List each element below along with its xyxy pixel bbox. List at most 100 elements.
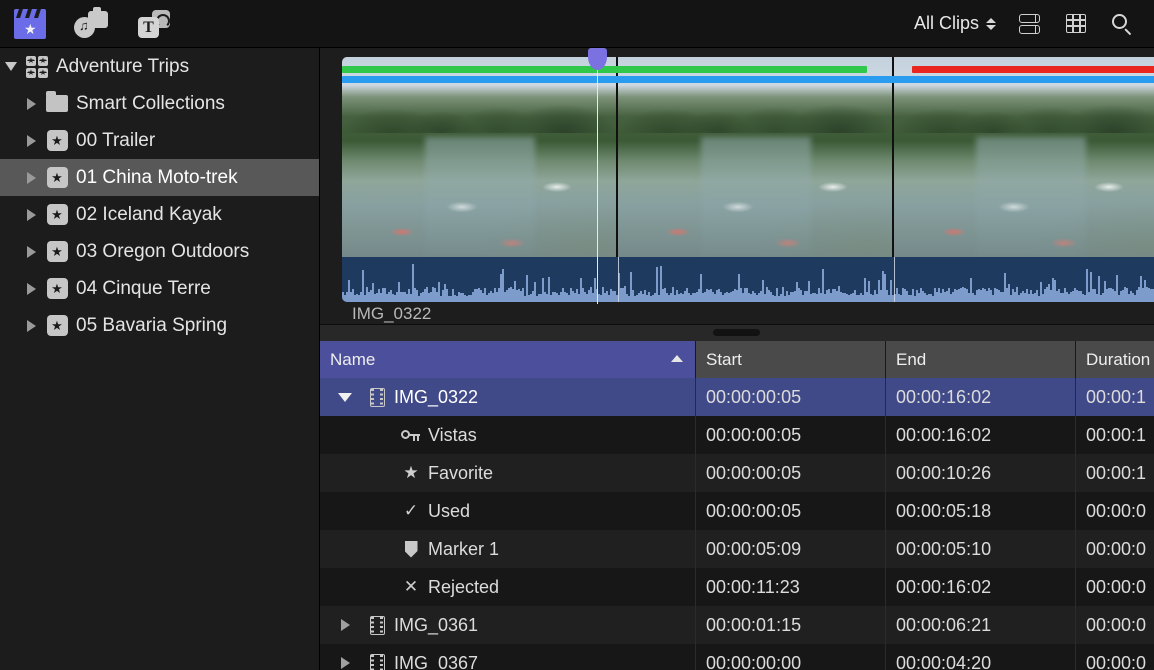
favorite-bar	[342, 66, 867, 73]
disclosure-triangle-closed-icon[interactable]	[20, 172, 42, 184]
library-icon: ★★★★	[22, 56, 52, 78]
search-icon[interactable]	[1110, 12, 1134, 36]
column-header-end[interactable]: End	[886, 341, 1076, 378]
disclosure-triangle-closed-icon[interactable]	[330, 657, 360, 669]
cell-end: 00:00:16:02	[886, 568, 1076, 606]
filmstrip-list-view-icon[interactable]	[1018, 12, 1042, 36]
marker-icon	[394, 541, 428, 558]
toolbar-right-group: All Clips	[914, 12, 1154, 36]
cell-end: 00:00:10:26	[886, 454, 1076, 492]
filmstrip-view-icon[interactable]	[1064, 12, 1088, 36]
table-row[interactable]: IMG_032200:00:00:0500:00:16:0200:00:1	[320, 378, 1154, 416]
disclosure-triangle-closed-icon[interactable]	[20, 98, 42, 110]
sidebar-item-label: 03 Oregon Outdoors	[72, 241, 249, 263]
disclosure-triangle-closed-icon[interactable]	[20, 246, 42, 258]
titles-generators-icon[interactable]: T	[136, 9, 170, 39]
final-cut-pro-browser: ★ T All Clips	[0, 0, 1154, 670]
photos-audio-icon[interactable]	[74, 9, 108, 39]
cell-name[interactable]: Marker 1	[320, 530, 696, 568]
row-name-label: IMG_0322	[394, 387, 478, 408]
event-star-icon: ★	[42, 130, 72, 151]
cell-duration: 00:00:0	[1076, 644, 1154, 670]
table-row[interactable]: IMG_036700:00:00:0000:00:04:2000:00:0	[320, 644, 1154, 670]
pane-divider[interactable]	[320, 324, 1154, 341]
star-icon: ★	[394, 463, 428, 483]
cell-start: 00:00:00:05	[696, 454, 886, 492]
sidebar-item-05-bavaria-spring[interactable]: ★05 Bavaria Spring	[0, 307, 319, 344]
event-star-icon: ★	[42, 167, 72, 188]
sidebar-item-label: 01 China Moto-trek	[72, 167, 238, 189]
playhead[interactable]	[597, 48, 598, 304]
event-star-icon: ★	[42, 278, 72, 299]
cell-end: 00:00:05:18	[886, 492, 1076, 530]
sidebar-item-01-china-moto-trek[interactable]: ★01 China Moto-trek	[0, 159, 319, 196]
checkmark-icon: ✓	[394, 501, 428, 521]
table-row[interactable]: ★Favorite00:00:00:0500:00:10:2600:00:1	[320, 454, 1154, 492]
cell-duration: 00:00:0	[1076, 568, 1154, 606]
cell-name[interactable]: ✓Used	[320, 492, 696, 530]
audio-waveform	[342, 257, 1154, 302]
disclosure-triangle-closed-icon[interactable]	[20, 135, 42, 147]
clip-list-table[interactable]: Name Start End Duration IMG_0322 00:00:00:05…	[320, 341, 1154, 670]
cell-name[interactable]: ★Favorite	[320, 454, 696, 492]
column-header-label: Start	[706, 350, 742, 370]
cell-name[interactable]: IMG_0322	[320, 378, 696, 416]
cell-duration: 00:00:0	[1076, 606, 1154, 644]
table-row[interactable]: Marker 100:00:05:0900:00:05:1000:00:0	[320, 530, 1154, 568]
column-header-name[interactable]: Name	[320, 341, 696, 378]
toolbar-left-group: ★ T	[0, 9, 170, 39]
sidebar-item-adventure-trips[interactable]: ★★★★Adventure Trips	[0, 48, 319, 85]
row-name-label: IMG_0367	[394, 653, 478, 670]
sidebar[interactable]: ★★★★Adventure TripsSmart Collections★00 …	[0, 48, 320, 670]
cell-start: 00:00:00:05	[696, 378, 886, 416]
cell-start: 00:00:00:05	[696, 492, 886, 530]
cell-end: 00:00:16:02	[886, 378, 1076, 416]
table-body[interactable]: IMG_032200:00:00:0500:00:16:0200:00:1Vis…	[320, 378, 1154, 670]
filmstrip-icon	[360, 388, 394, 407]
clips-filter-dropdown[interactable]: All Clips	[914, 13, 996, 34]
filmstrip-clip-name: IMG_0322	[352, 304, 431, 324]
table-row[interactable]: Vistas00:00:00:0500:00:16:0200:00:1	[320, 416, 1154, 454]
column-header-start[interactable]: Start	[696, 341, 886, 378]
resize-grip[interactable]	[713, 329, 760, 336]
filmstrip-preview[interactable]	[320, 48, 1154, 322]
sidebar-item-04-cinque-terre[interactable]: ★04 Cinque Terre	[0, 270, 319, 307]
filmstrip-frame	[342, 57, 618, 257]
disclosure-triangle-closed-icon[interactable]	[20, 283, 42, 295]
column-header-label: End	[896, 350, 926, 370]
disclosure-triangle-closed-icon[interactable]	[20, 209, 42, 221]
table-row[interactable]: ✕Rejected00:00:11:2300:00:16:0200:00:0	[320, 568, 1154, 606]
column-header-label: Duration	[1086, 350, 1150, 370]
sidebar-item-label: 00 Trailer	[72, 130, 155, 152]
disclosure-triangle-open-icon[interactable]	[330, 393, 360, 402]
column-header-duration[interactable]: Duration	[1076, 341, 1154, 378]
row-name-label: IMG_0361	[394, 615, 478, 636]
event-star-icon: ★	[42, 241, 72, 262]
cell-end: 00:00:05:10	[886, 530, 1076, 568]
event-star-icon: ★	[42, 315, 72, 336]
clips-filter-label: All Clips	[914, 13, 979, 34]
disclosure-triangle-closed-icon[interactable]	[20, 320, 42, 332]
clip-filmstrip[interactable]	[342, 57, 1154, 302]
row-name-label: Favorite	[428, 463, 493, 484]
filmstrip-icon	[360, 654, 394, 670]
cell-name[interactable]: IMG_0361	[320, 606, 696, 644]
cell-end: 00:00:06:21	[886, 606, 1076, 644]
sidebar-item-smart-collections[interactable]: Smart Collections	[0, 85, 319, 122]
cell-duration: 00:00:0	[1076, 492, 1154, 530]
sidebar-item-label: 02 Iceland Kayak	[72, 204, 222, 226]
libraries-icon[interactable]: ★	[14, 9, 46, 39]
sidebar-item-03-oregon-outdoors[interactable]: ★03 Oregon Outdoors	[0, 233, 319, 270]
table-row[interactable]: IMG_036100:00:01:1500:00:06:2100:00:0	[320, 606, 1154, 644]
cell-start: 00:00:00:05	[696, 416, 886, 454]
cell-name[interactable]: IMG_0367	[320, 644, 696, 670]
keyword-bar	[342, 76, 1154, 83]
cell-duration: 00:00:1	[1076, 416, 1154, 454]
disclosure-triangle-closed-icon[interactable]	[330, 619, 360, 631]
sidebar-item-02-iceland-kayak[interactable]: ★02 Iceland Kayak	[0, 196, 319, 233]
disclosure-triangle-open-icon[interactable]	[0, 62, 22, 71]
cell-name[interactable]: Vistas	[320, 416, 696, 454]
table-row[interactable]: ✓Used00:00:00:0500:00:05:1800:00:0	[320, 492, 1154, 530]
sidebar-item-00-trailer[interactable]: ★00 Trailer	[0, 122, 319, 159]
cell-name[interactable]: ✕Rejected	[320, 568, 696, 606]
